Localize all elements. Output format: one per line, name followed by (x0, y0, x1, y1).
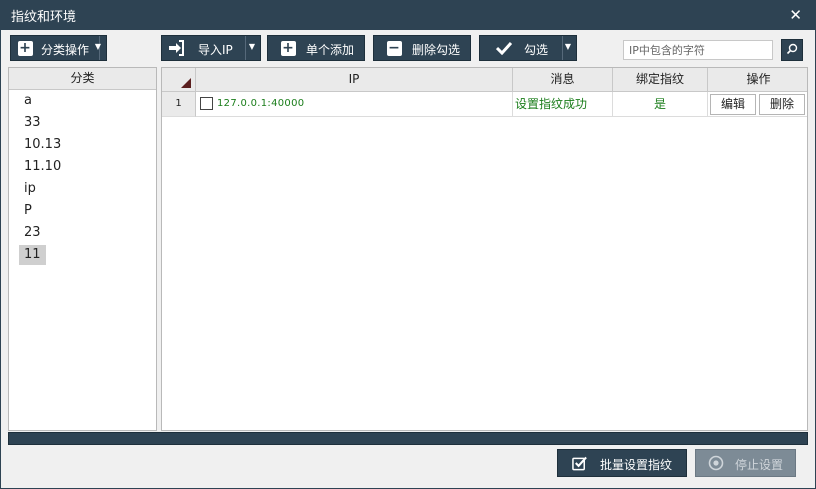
message-cell: 设置指纹成功 (513, 92, 613, 117)
row-checkbox[interactable] (200, 97, 213, 110)
chevron-down-icon: ▼ (564, 42, 571, 51)
delete-checked-button[interactable]: − 删除勾选 (373, 35, 471, 61)
add-single-label: 单个添加 (306, 43, 355, 57)
title-bar: 指纹和环境 ✕ (0, 0, 816, 30)
batch-set-fingerprint-button[interactable]: 批量设置指纹 (557, 449, 687, 477)
ip-table: IP 消息 绑定指纹 操作 1 127.0.0.1:40000 设置指纹成功 是… (161, 67, 808, 431)
search-icon (786, 43, 798, 58)
edit-button[interactable]: 编辑 (710, 94, 756, 115)
column-header-message[interactable]: 消息 (513, 68, 613, 92)
category-item[interactable]: ip (19, 179, 41, 199)
chevron-down-icon: ▼ (248, 42, 255, 51)
minus-icon: − (386, 39, 402, 56)
ip-search-input[interactable] (623, 40, 773, 60)
import-ip-button[interactable]: 导入IP ▼ (161, 35, 261, 61)
category-item[interactable]: 23 (19, 223, 46, 243)
message-value: 设置指纹成功 (515, 97, 588, 111)
actions-cell: 编辑 删除 (708, 92, 807, 117)
plus-icon: + (280, 39, 296, 56)
add-single-button[interactable]: + 单个添加 (267, 35, 365, 61)
category-list: 分类 a 33 10.13 11.10 ip P 23 11 (8, 67, 157, 431)
category-item[interactable]: 10.13 (19, 135, 66, 155)
plus-icon: + (17, 39, 33, 56)
delete-checked-label: 删除勾选 (412, 43, 461, 57)
bound-cell: 是 (613, 92, 708, 117)
close-icon[interactable]: ✕ (789, 6, 802, 24)
category-item[interactable]: 33 (19, 113, 46, 133)
check-square-icon (572, 455, 588, 471)
ip-value: 127.0.0.1:40000 (217, 98, 305, 109)
check-label: 勾选 (524, 43, 549, 57)
row-index-cell: 1 (162, 92, 196, 117)
checkmark-icon (496, 40, 512, 56)
column-header-actions: 操作 (708, 68, 807, 92)
category-ops-label: 分类操作 (41, 43, 90, 57)
import-ip-label: 导入IP (198, 43, 233, 57)
sign-in-icon (168, 40, 184, 56)
stop-setting-label: 停止设置 (735, 458, 784, 472)
batch-set-label: 批量设置指纹 (600, 458, 673, 472)
column-header-bound[interactable]: 绑定指纹 (613, 68, 708, 92)
select-all-corner[interactable] (162, 68, 196, 92)
stop-circle-icon (708, 455, 724, 471)
progress-bar (8, 432, 808, 445)
bound-value: 是 (653, 97, 666, 111)
row-number: 1 (175, 98, 182, 109)
delete-button[interactable]: 删除 (759, 94, 805, 115)
category-header: 分类 (9, 68, 156, 90)
check-button[interactable]: 勾选 ▼ (479, 35, 577, 61)
window-title: 指纹和环境 (11, 10, 77, 25)
chevron-down-icon: ▼ (94, 42, 101, 51)
category-item[interactable]: a (19, 91, 37, 111)
category-item[interactable]: P (19, 201, 37, 221)
column-header-ip[interactable]: IP (196, 68, 513, 92)
category-item[interactable]: 11.10 (19, 157, 66, 177)
ip-cell: 127.0.0.1:40000 (196, 92, 513, 117)
category-ops-button[interactable]: + 分类操作 ▼ (10, 35, 107, 61)
category-item-selected[interactable]: 11 (19, 245, 46, 265)
stop-setting-button[interactable]: 停止设置 (695, 449, 796, 477)
search-button[interactable] (781, 39, 803, 61)
